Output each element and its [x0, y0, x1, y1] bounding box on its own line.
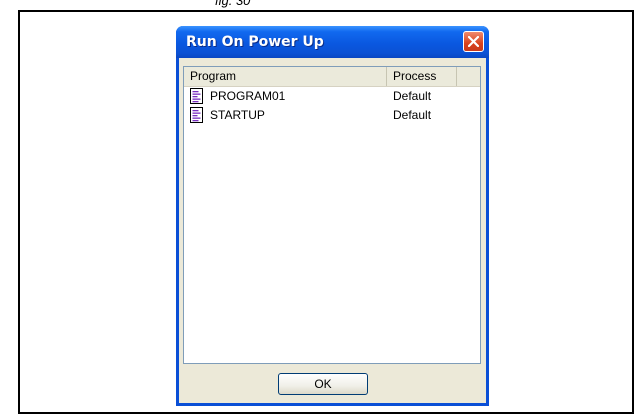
figure-caption: fig. 30 [215, 0, 251, 8]
ok-button[interactable]: OK [278, 373, 368, 395]
process-name: Default [393, 108, 432, 122]
close-icon [468, 36, 479, 47]
close-button[interactable] [463, 31, 484, 52]
run-on-power-up-dialog: Run On Power Up Program Process PROGRAM0… [176, 26, 489, 406]
program-file-icon [190, 88, 203, 104]
list-item[interactable]: PROGRAM01 Default [184, 87, 480, 106]
program-name: STARTUP [210, 108, 265, 122]
program-name: PROGRAM01 [210, 89, 286, 103]
list-rows: PROGRAM01 Default STARTUP Default [184, 87, 480, 125]
column-header-program[interactable]: Program [184, 67, 387, 86]
program-file-icon [190, 107, 203, 123]
list-item[interactable]: STARTUP Default [184, 106, 480, 125]
process-name: Default [393, 89, 432, 103]
figure-frame: Run On Power Up Program Process PROGRAM0… [18, 10, 634, 414]
list-header: Program Process [184, 67, 480, 87]
column-header-process[interactable]: Process [387, 67, 457, 86]
dialog-title: Run On Power Up [186, 34, 324, 50]
title-bar[interactable]: Run On Power Up [176, 26, 489, 58]
program-list[interactable]: Program Process PROGRAM01 Default STARTU… [183, 66, 481, 364]
